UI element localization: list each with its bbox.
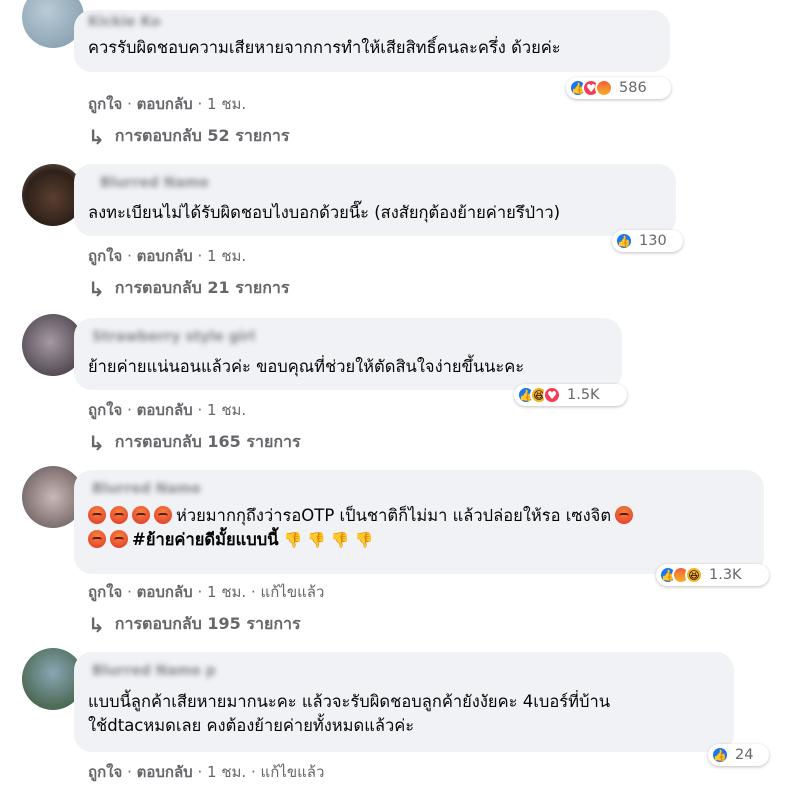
angry-face-icon: [110, 506, 128, 524]
comment-author[interactable]: Blurred Name: [100, 174, 662, 192]
haha-icon: 😆: [685, 566, 703, 584]
separator: ·: [127, 583, 132, 601]
comment-actions: ถูกใจ · ตอบกลับ · 1 ชม.: [88, 398, 246, 422]
comment-text: ควรรับผิดชอบความเสียหายจากการทำให้เสียสิ…: [88, 38, 561, 57]
like-link[interactable]: ถูกใจ: [88, 763, 122, 781]
love-icon: ♥: [543, 386, 561, 404]
reaction-count: 1.5K: [567, 387, 600, 403]
reply-link[interactable]: ตอบกลับ: [137, 95, 193, 113]
reaction-summary[interactable]: 👍 24: [708, 744, 769, 766]
separator: ·: [197, 401, 203, 419]
reply-link[interactable]: ตอบกลับ: [137, 247, 193, 265]
separator: ·: [197, 247, 203, 265]
separator: ·: [127, 95, 132, 113]
comment-text-line: ห่วยมากกุถึงว่ารอOTP เป็นชาติก็ไม่มา แล้…: [176, 506, 612, 525]
comment-bubble: Blurred Name ลงทะเบียนไม่ได้รับผิดชอบไงบ…: [74, 164, 676, 236]
separator: ·: [250, 763, 256, 781]
comment-text: แบบนี้ลูกค้าเสียหายมากนะคะ แล้วจะรับผิดช…: [88, 690, 720, 738]
reaction-count: 586: [619, 80, 647, 96]
reaction-count: 24: [735, 747, 754, 763]
separator: ·: [127, 247, 132, 265]
replies-count: การตอบกลับ 195 รายการ: [114, 614, 301, 633]
replies-count: การตอบกลับ 52 รายการ: [114, 126, 290, 145]
comment-bubble: Strawberry style girl ย้ายค่ายแน่นอนแล้ว…: [74, 318, 622, 390]
comment-time[interactable]: 1 ชม.: [207, 763, 246, 781]
like-icon: 👍: [711, 746, 729, 764]
comment-actions: ถูกใจ · ตอบกลับ · 1 ชม.: [88, 244, 246, 268]
separator: ·: [250, 583, 256, 601]
angry-face-icon: [88, 506, 106, 524]
thumbs-down-icon: 👎: [354, 531, 374, 549]
angry-icon: [595, 79, 613, 97]
separator: ·: [197, 763, 203, 781]
comment-bubble: Blurred Name ห่วยมากกุถึงว่ารอOTP เป็นชา…: [74, 470, 764, 574]
comment-author[interactable]: Blurred Name: [92, 480, 750, 498]
like-icon: 👍: [615, 232, 633, 250]
comment-text: ห่วยมากกุถึงว่ารอOTP เป็นชาติก็ไม่มา แล้…: [88, 504, 750, 552]
view-replies-button[interactable]: ↳ การตอบกลับ 21 รายการ: [88, 276, 289, 301]
separator: ·: [197, 583, 203, 601]
reaction-count: 130: [639, 233, 667, 249]
like-link[interactable]: ถูกใจ: [88, 95, 122, 113]
separator: ·: [127, 401, 132, 419]
view-replies-button[interactable]: ↳ การตอบกลับ 195 รายการ: [88, 612, 301, 637]
separator: ·: [127, 763, 132, 781]
comment-author[interactable]: Blurred Name p: [92, 662, 720, 680]
thumbs-down-icon: 👎: [330, 531, 350, 549]
reply-arrow-icon: ↳: [88, 124, 105, 149]
comment-text: ลงทะเบียนไม่ได้รับผิดชอบไงบอกด้วยนี๊ะ (ส…: [88, 203, 561, 222]
comment-text: ย้ายค่ายแน่นอนแล้วค่ะ ขอบคุณที่ช่วยให้ตั…: [88, 357, 525, 376]
view-replies-button[interactable]: ↳ การตอบกลับ 165 รายการ: [88, 430, 301, 455]
comment-time[interactable]: 1 ชม.: [207, 583, 246, 601]
comment-bubble: Blurred Name p แบบนี้ลูกค้าเสียหายมากนะค…: [74, 652, 734, 752]
angry-face-icon: [110, 530, 128, 548]
reaction-summary[interactable]: 👍 ♥ 586: [566, 77, 671, 99]
reply-arrow-icon: ↳: [88, 430, 105, 455]
comment-time[interactable]: 1 ชม.: [207, 95, 246, 113]
comment-actions: ถูกใจ · ตอบกลับ · 1 ชม. · แก้ไขแล้ว: [88, 580, 324, 604]
like-link[interactable]: ถูกใจ: [88, 247, 122, 265]
like-link[interactable]: ถูกใจ: [88, 401, 122, 419]
comment-text-line: แบบนี้ลูกค้าเสียหายมากนะคะ แล้วจะรับผิดช…: [88, 692, 610, 711]
comment-text-line: ใช้dtacหมดเลย คงต้องย้ายค่ายทั้งหมดแล้วค…: [88, 716, 415, 735]
reaction-summary[interactable]: 👍 😆 1.3K: [656, 564, 769, 586]
comment-bubble: Kickie Ko ควรรับผิดชอบความเสียหายจากการท…: [74, 10, 670, 72]
angry-face-icon: [154, 506, 172, 524]
edited-label[interactable]: แก้ไขแล้ว: [261, 763, 325, 781]
reply-arrow-icon: ↳: [88, 276, 105, 301]
comment-author[interactable]: Strawberry style girl: [92, 328, 608, 346]
reaction-summary[interactable]: 👍 😆 ♥ 1.5K: [514, 384, 627, 406]
comment-actions: ถูกใจ · ตอบกลับ · 1 ชม.: [88, 92, 246, 116]
thumbs-down-icon: 👎: [283, 531, 303, 549]
angry-face-icon: [132, 506, 150, 524]
reply-link[interactable]: ตอบกลับ: [137, 583, 193, 601]
hashtag-link[interactable]: #ย้ายค่ายดีมั้ยแบบนี้: [132, 530, 279, 549]
reaction-summary[interactable]: 👍 130: [612, 230, 683, 252]
view-replies-button[interactable]: ↳ การตอบกลับ 52 รายการ: [88, 124, 289, 149]
edited-label[interactable]: แก้ไขแล้ว: [261, 583, 325, 601]
thumbs-down-icon: 👎: [307, 531, 326, 549]
separator: ·: [197, 95, 203, 113]
angry-face-icon: [615, 506, 634, 524]
reply-link[interactable]: ตอบกลับ: [137, 763, 193, 781]
comment-time[interactable]: 1 ชม.: [207, 247, 246, 265]
replies-count: การตอบกลับ 21 รายการ: [114, 278, 290, 297]
comment-actions: ถูกใจ · ตอบกลับ · 1 ชม. · แก้ไขแล้ว: [88, 760, 324, 784]
reply-arrow-icon: ↳: [88, 612, 105, 637]
comment-time[interactable]: 1 ชม.: [207, 401, 246, 419]
reply-link[interactable]: ตอบกลับ: [137, 401, 193, 419]
replies-count: การตอบกลับ 165 รายการ: [114, 432, 301, 451]
comment-author[interactable]: Kickie Ko: [88, 13, 161, 31]
reaction-count: 1.3K: [709, 567, 742, 583]
like-link[interactable]: ถูกใจ: [88, 583, 122, 601]
angry-face-icon: [88, 530, 106, 548]
